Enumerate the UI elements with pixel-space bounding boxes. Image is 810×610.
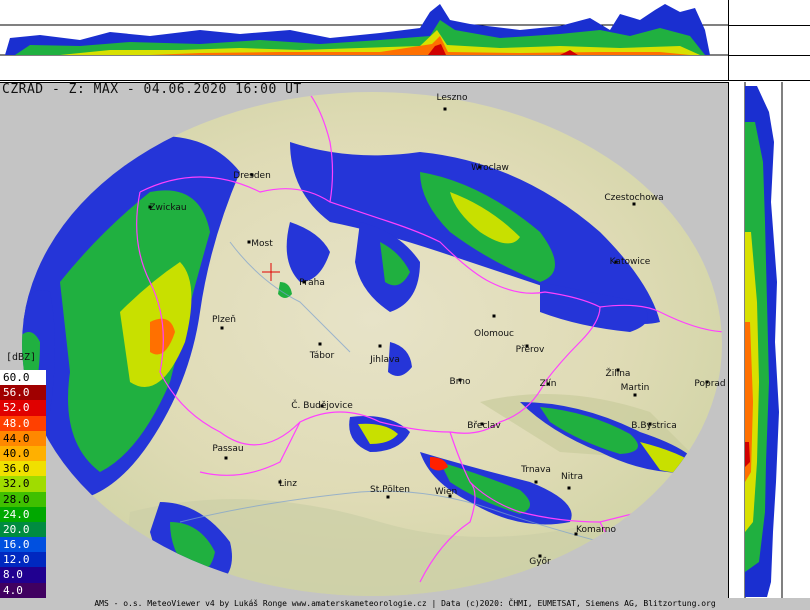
city-label-trnava: Trnava (521, 465, 551, 475)
city-label-martin: Martin (620, 383, 650, 393)
legend-row: 40.0 (0, 445, 46, 462)
legend-row: 20.0 (0, 521, 46, 538)
city-label-jihlava: Jihlava (370, 355, 400, 365)
reflectivity-legend: 60.0 56.0 52.0 48.0 44.0 40.0 36.0 32.0 … (0, 370, 46, 598)
city-label-poprad: Poprad (694, 379, 726, 389)
corner-panel (728, 0, 810, 81)
legend-row: 8.0 (0, 567, 46, 583)
legend-row: 12.0 (0, 552, 46, 568)
legend-row: 36.0 (0, 461, 46, 477)
legend-row: 32.0 (0, 476, 46, 492)
legend-row: 4.0 (0, 582, 46, 598)
city-label-st-polten: St.Pölten (370, 485, 410, 495)
legend-row: 60.0 (0, 370, 46, 386)
legend-unit-label: [dBZ] (6, 352, 37, 363)
legend-row: 52.0 (0, 400, 46, 416)
city-label-katowice: Katowice (609, 257, 651, 267)
city-label-brno: Brno (449, 377, 471, 387)
city-label-komarno: Komarno (576, 525, 616, 535)
city-label-gyor: Győr (529, 557, 551, 567)
city-label-nitra: Nitra (561, 472, 583, 482)
legend-row: 44.0 (0, 430, 46, 446)
legend-row: 56.0 (0, 385, 46, 401)
city-label-tabor: Tábor (309, 351, 335, 361)
city-label-breclav: Břeclav (467, 421, 501, 431)
city-label-czestochowa: Czestochowa (604, 193, 664, 203)
city-label-wien: Wien (434, 487, 458, 497)
city-label-leszno: Leszno (436, 93, 468, 103)
city-label-praha: Praha (299, 278, 325, 288)
legend-row: 16.0 (0, 537, 46, 553)
credits-footer: AMS - o.s. MeteoViewer v4 by Lukáš Ronge… (0, 598, 810, 610)
top-echo-profile (0, 0, 728, 81)
legend-row: 28.0 (0, 491, 46, 507)
side-echo-profile (728, 82, 810, 600)
radar-product-title: CZRAD - Z: MAX - 04.06.2020 16:00 UT (2, 82, 302, 97)
radar-map[interactable]: Leszno Wroclaw Czestochowa Dresden Zwick… (0, 82, 728, 600)
top-profile-graphic (0, 4, 728, 56)
city-label-linz: Linz (279, 479, 297, 489)
radar-map-graphic (0, 82, 728, 596)
city-label-most: Most (251, 239, 273, 249)
legend-row: 48.0 (0, 415, 46, 431)
city-label-b-bystrica: B.Bystrica (631, 421, 677, 431)
city-label-dresden: Dresden (233, 171, 271, 181)
side-profile-graphic (744, 82, 783, 600)
city-label-passau: Passau (212, 444, 244, 454)
city-label-zwickau: Zwickau (149, 203, 187, 213)
city-label-olomouc: Olomouc (473, 329, 515, 339)
city-label-zlin: Zlín (539, 379, 557, 389)
city-label-wroclaw: Wroclaw (471, 163, 509, 173)
city-label-plzen: Plzeň (212, 315, 236, 325)
legend-row: 24.0 (0, 506, 46, 522)
city-label-c-budejovice: Č. Budějovice (291, 401, 353, 411)
city-label-prerov: Přerov (515, 345, 545, 355)
city-label-zilina: Žilina (605, 369, 631, 379)
